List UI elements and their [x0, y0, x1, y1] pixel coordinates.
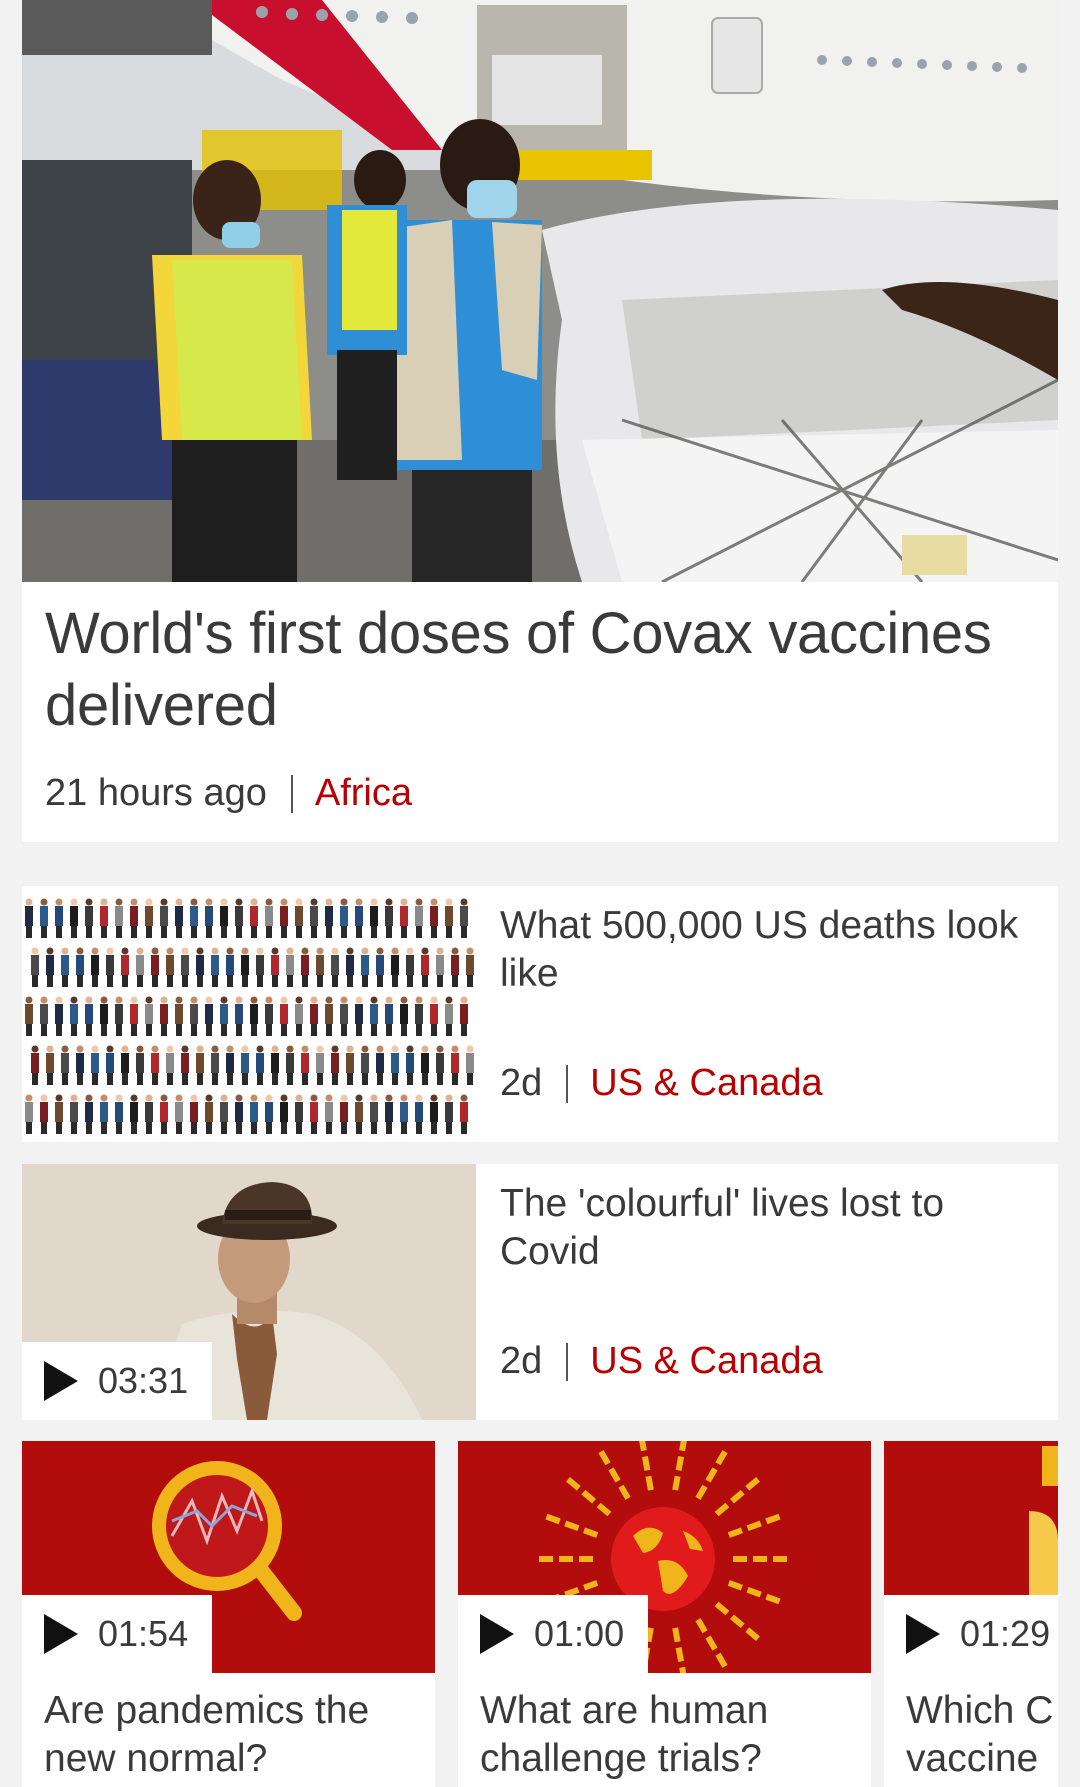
card-headline[interactable]: What are human challenge trials?: [480, 1687, 860, 1783]
hero-story-card[interactable]: World's first doses of Covax vaccines de…: [22, 0, 1058, 842]
hero-timestamp: 21 hours ago: [45, 772, 267, 814]
story-thumbnail-crowd: [22, 886, 476, 1142]
story-meta: 2d US & Canada: [500, 1062, 823, 1105]
hero-category-link[interactable]: Africa: [315, 772, 412, 815]
card-headline-line1: What are human: [480, 1689, 769, 1732]
video-duration: 03:31: [98, 1360, 189, 1401]
story-category-link[interactable]: US & Canada: [590, 1340, 822, 1383]
story-timestamp: 2d: [500, 1062, 543, 1104]
video-card-which-vaccine[interactable]: 01:29 Which C vaccine: [884, 1441, 1058, 1787]
video-duration: 01:29: [960, 1613, 1051, 1654]
story-headline[interactable]: What 500,000 US deaths look like: [500, 902, 1045, 998]
hero-meta: 21 hours ago Africa: [45, 772, 412, 815]
card-headline-line2: new normal?: [44, 1737, 268, 1780]
card-headline[interactable]: Are pandemics the new normal?: [44, 1687, 424, 1783]
meta-divider: [566, 1064, 569, 1103]
card-headline-line1: Are pandemics the: [44, 1689, 370, 1732]
meta-divider: [566, 1342, 569, 1381]
video-duration: 01:00: [534, 1613, 625, 1654]
video-duration-badge[interactable]: 01:54: [22, 1595, 213, 1673]
video-duration-badge[interactable]: 01:29: [884, 1595, 1058, 1673]
meta-divider: [290, 774, 293, 813]
video-card-pandemics[interactable]: 01:54 Are pandemics the new normal?: [22, 1441, 435, 1787]
video-duration: 01:54: [98, 1613, 189, 1654]
card-headline-line2: challenge trials?: [480, 1737, 762, 1780]
story-meta: 2d US & Canada: [500, 1340, 823, 1383]
play-icon: [44, 1361, 78, 1401]
story-timestamp: 2d: [500, 1340, 543, 1382]
story-row-us-deaths[interactable]: What 500,000 US deaths look like 2d US &…: [22, 886, 1058, 1142]
video-card-challenge-trials[interactable]: 01:00 What are human challenge trials?: [458, 1441, 871, 1787]
card-headline-line1: Which C: [906, 1689, 1054, 1732]
card-headline[interactable]: Which C vaccine: [906, 1687, 1056, 1783]
video-duration-badge[interactable]: 01:00: [458, 1595, 649, 1673]
story-category-link[interactable]: US & Canada: [590, 1062, 822, 1105]
hero-photo-vaccine-cargo: [22, 0, 1058, 582]
play-icon: [906, 1614, 940, 1654]
story-headline[interactable]: The 'colourful' lives lost to Covid: [500, 1180, 1045, 1276]
story-row-colourful-lives[interactable]: 03:31 The 'colourful' lives lost to Covi…: [22, 1164, 1058, 1420]
play-icon: [480, 1614, 514, 1654]
card-headline-line2: vaccine: [906, 1737, 1039, 1780]
hero-headline[interactable]: World's first doses of Covax vaccines de…: [45, 598, 1025, 742]
play-icon: [44, 1614, 78, 1654]
video-duration-badge[interactable]: 03:31: [22, 1342, 213, 1420]
